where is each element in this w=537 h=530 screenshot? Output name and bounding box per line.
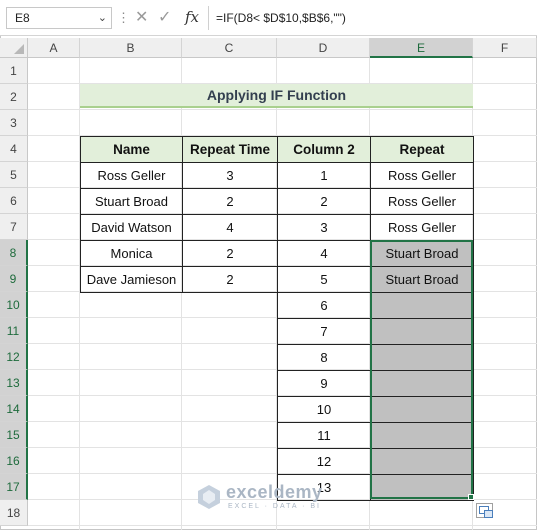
row-header-2[interactable]: 2: [0, 84, 28, 110]
repeat-time-cell[interactable]: 2: [182, 240, 278, 267]
auto-fill-options-icon[interactable]: [476, 503, 493, 518]
row-header-5[interactable]: 5: [0, 162, 28, 188]
formula-input[interactable]: =IF(D8< $D$10,$B$6,""): [216, 7, 526, 29]
repeat-cell[interactable]: Stuart Broad: [370, 240, 474, 267]
column-2-cell[interactable]: 3: [277, 214, 371, 241]
column-2-cell[interactable]: 5: [277, 266, 371, 293]
row-header-4[interactable]: 4: [0, 136, 28, 162]
row-header-16[interactable]: 16: [0, 448, 28, 474]
column-header-d[interactable]: D: [277, 38, 370, 58]
table-header-column-2[interactable]: Column 2: [277, 136, 371, 163]
name-cell[interactable]: Stuart Broad: [80, 188, 183, 215]
column-2-cell[interactable]: 13: [277, 474, 371, 501]
repeat-cell[interactable]: Ross Geller: [370, 162, 474, 189]
table-header-name[interactable]: Name: [80, 136, 183, 163]
repeat-cell[interactable]: [370, 422, 474, 449]
row-header-7[interactable]: 7: [0, 214, 28, 240]
select-all-corner[interactable]: [0, 38, 28, 58]
insert-function-icon[interactable]: fx: [185, 6, 199, 28]
column-2-cell[interactable]: 12: [277, 448, 371, 475]
formula-bar-divider: [208, 6, 209, 30]
column-2-cell[interactable]: 11: [277, 422, 371, 449]
row-header-11[interactable]: 11: [0, 318, 28, 344]
row-header-12[interactable]: 12: [0, 344, 28, 370]
name-cell[interactable]: Ross Geller: [80, 162, 183, 189]
repeat-cell[interactable]: Stuart Broad: [370, 266, 474, 293]
column-2-cell[interactable]: 1: [277, 162, 371, 189]
repeat-time-cell[interactable]: 2: [182, 188, 278, 215]
row-header-3[interactable]: 3: [0, 110, 28, 136]
more-options-icon[interactable]: ⋮: [117, 8, 130, 28]
row-header-15[interactable]: 15: [0, 422, 28, 448]
row-header-13[interactable]: 13: [0, 370, 28, 396]
name-box-value: E8: [15, 11, 30, 25]
row-header-6[interactable]: 6: [0, 188, 28, 214]
repeat-cell[interactable]: [370, 370, 474, 397]
column-2-cell[interactable]: 6: [277, 292, 371, 319]
repeat-cell[interactable]: [370, 474, 474, 501]
column-2-cell[interactable]: 9: [277, 370, 371, 397]
formula-bar: E8 ⌄ ⋮ ✕ ✓ fx =IF(D8< $D$10,$B$6,""): [0, 0, 537, 36]
row-header-18[interactable]: 18: [0, 500, 28, 526]
repeat-cell[interactable]: [370, 318, 474, 345]
repeat-cell[interactable]: [370, 448, 474, 475]
table-header-repeat[interactable]: Repeat: [370, 136, 474, 163]
repeat-cell[interactable]: [370, 396, 474, 423]
column-header-e[interactable]: E: [370, 38, 473, 58]
cancel-icon[interactable]: ✕: [135, 7, 148, 29]
row-header-17[interactable]: 17: [0, 474, 28, 500]
enter-icon[interactable]: ✓: [158, 7, 171, 29]
repeat-time-cell[interactable]: 2: [182, 266, 278, 293]
column-2-cell[interactable]: 10: [277, 396, 371, 423]
column-header-b[interactable]: B: [80, 38, 182, 58]
table-header-repeat-time[interactable]: Repeat Time: [182, 136, 278, 163]
column-header-c[interactable]: C: [182, 38, 277, 58]
name-box[interactable]: E8 ⌄: [6, 7, 112, 29]
column-2-cell[interactable]: 4: [277, 240, 371, 267]
row-header-10[interactable]: 10: [0, 292, 28, 318]
repeat-time-cell[interactable]: 4: [182, 214, 278, 241]
column-2-cell[interactable]: 8: [277, 344, 371, 371]
repeat-cell[interactable]: [370, 292, 474, 319]
repeat-cell[interactable]: Ross Geller: [370, 188, 474, 215]
name-cell[interactable]: Dave Jamieson: [80, 266, 183, 293]
row-header-1[interactable]: 1: [0, 58, 28, 84]
repeat-cell[interactable]: [370, 344, 474, 371]
fill-handle[interactable]: [468, 494, 474, 500]
row-header-8[interactable]: 8: [0, 240, 28, 266]
name-cell[interactable]: Monica: [80, 240, 183, 267]
column-2-cell[interactable]: 7: [277, 318, 371, 345]
name-cell[interactable]: David Watson: [80, 214, 183, 241]
row-header-9[interactable]: 9: [0, 266, 28, 292]
repeat-time-cell[interactable]: 3: [182, 162, 278, 189]
column-2-cell[interactable]: 2: [277, 188, 371, 215]
sheet-title[interactable]: Applying IF Function: [80, 84, 473, 108]
row-header-14[interactable]: 14: [0, 396, 28, 422]
chevron-down-icon[interactable]: ⌄: [98, 8, 107, 28]
repeat-cell[interactable]: Ross Geller: [370, 214, 474, 241]
column-header-f[interactable]: F: [473, 38, 537, 58]
column-header-a[interactable]: A: [28, 38, 80, 58]
